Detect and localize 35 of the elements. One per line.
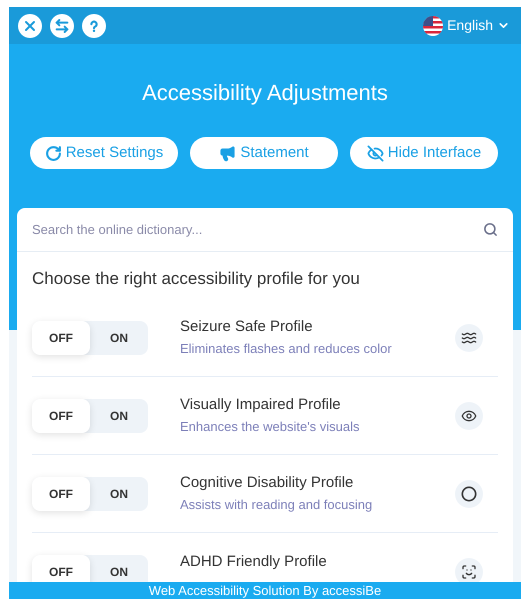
profile-toggle[interactable]: OFF ON bbox=[32, 398, 148, 432]
off-option[interactable]: OFF bbox=[32, 398, 90, 432]
left-right-arrow-icon bbox=[54, 18, 70, 34]
search-field[interactable]: Search the online dictionary... bbox=[32, 220, 483, 240]
profile-description: Eliminates flashes and reduces color bbox=[180, 341, 393, 357]
on-option[interactable]: ON bbox=[90, 398, 148, 432]
profile-toggle[interactable]: OFF ON bbox=[32, 320, 148, 354]
on-option[interactable]: ON bbox=[90, 320, 148, 354]
flag-icon bbox=[423, 16, 444, 36]
profile-name: Cognitive Disability Profile bbox=[180, 474, 354, 492]
search-icon bbox=[483, 222, 498, 237]
eye-slash-icon bbox=[366, 144, 384, 162]
on-option[interactable]: ON bbox=[90, 476, 148, 510]
profile-toggle[interactable]: OFF ON bbox=[32, 476, 148, 510]
profile-toggle[interactable]: OFF ON bbox=[32, 555, 148, 582]
eye-icon bbox=[455, 402, 483, 430]
profile-description: Enhances the website's visuals bbox=[180, 419, 361, 435]
off-option[interactable]: OFF bbox=[32, 476, 90, 510]
refresh-icon bbox=[44, 144, 62, 162]
close-button[interactable] bbox=[18, 14, 42, 38]
on-option[interactable]: ON bbox=[90, 555, 148, 582]
off-option[interactable]: OFF bbox=[32, 320, 90, 354]
off-option[interactable]: OFF bbox=[32, 555, 90, 582]
profiles-heading: Choose the right accessibility profile for you bbox=[31, 268, 361, 290]
waves-icon bbox=[455, 324, 483, 352]
profile-name: Seizure Safe Profile bbox=[180, 318, 314, 336]
megaphone-icon bbox=[219, 144, 236, 162]
panel-title: Accessibility Adjustments bbox=[141, 80, 389, 106]
profile-description: Assists with reading and focusing bbox=[180, 497, 374, 513]
help-button[interactable] bbox=[82, 14, 106, 38]
profile-name: ADHD Friendly Profile bbox=[180, 552, 328, 570]
footer-text: Web Accessibility Solution By accessiBe bbox=[148, 583, 382, 598]
profile-name: Visually Impaired Profile bbox=[180, 396, 342, 414]
focus-frame-icon bbox=[455, 558, 483, 582]
move-button[interactable] bbox=[50, 14, 74, 38]
